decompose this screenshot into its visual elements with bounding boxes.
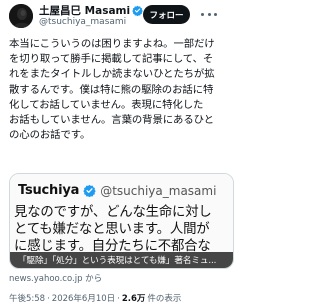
tweet-line: れをまたタイトルしか読まないひとたちが拡	[9, 68, 215, 81]
tweet-line: 散するんです。僕は特に熊の駆除のお話に特	[9, 83, 214, 96]
follow-button[interactable]: フォロー	[143, 5, 190, 24]
tweet-line: 化してお話していません。表現に特化した	[9, 98, 204, 111]
views-count[interactable]: 2.6万	[122, 292, 146, 304]
quoted-author-row: Tsuchiya @tsuchiya_masami	[18, 183, 216, 198]
tweet-line: 本当にこういうのは困りますよね。一部だけ	[9, 38, 215, 50]
link-card-title[interactable]: 「駆除」「処分」という表現はとても嫌」著名ミュ...	[18, 254, 216, 266]
avatar-silhouette	[9, 4, 33, 28]
meta-separator: ·	[47, 294, 50, 304]
quoted-line: 見なのですが、どんな生命に対し	[14, 205, 212, 220]
tweet-text: 本当にこういうのは困りますよね。一部だけ を切り取って勝手に掲載して記事にして、…	[9, 37, 235, 143]
more-dot	[201, 12, 204, 16]
tweet-meta: 午後5:58 · 2026年6月10日 · 2.6万 件の表示	[9, 292, 181, 304]
name-row: 土屋昌巳 Masami	[39, 4, 143, 17]
tweet-time[interactable]: 午後5:58	[9, 292, 45, 304]
views-label: 件の表示	[147, 294, 182, 304]
quoted-author-handle: @tsuchiya_masami	[100, 183, 217, 198]
link-card[interactable]: Tsuchiya @tsuchiya_masami 見なのですが、どんな生命に対…	[9, 173, 234, 269]
tweet-date[interactable]: 2026年6月10日	[52, 292, 115, 304]
quoted-author-name: Tsuchiya	[18, 183, 80, 198]
tweet-line: お話もしていません。言葉の背景にあるひと	[9, 114, 214, 127]
tweet-line: の心のお話です。	[9, 129, 91, 142]
more-options-icon[interactable]	[201, 8, 217, 20]
link-source[interactable]: news.yahoo.co.jp から	[9, 272, 102, 284]
verified-badge-icon	[83, 184, 96, 197]
quoted-text: 見なのですが、どんな生命に対し とても嫌だなと思います。人間が に感じます。自分…	[14, 204, 212, 255]
verified-badge-icon	[132, 5, 143, 16]
link-card-caption: 「駆除」「処分」という表現はとても嫌」著名ミュ...	[10, 252, 233, 268]
display-name[interactable]: 土屋昌巳 Masami	[39, 3, 130, 18]
more-dot	[207, 12, 211, 16]
handle[interactable]: @tsuchiya_masami	[39, 17, 126, 27]
meta-separator: ·	[117, 294, 120, 304]
more-dot	[214, 12, 217, 16]
tweet-line: を切り取って勝手に掲載して記事にして、そ	[9, 53, 214, 66]
quoted-line: とても嫌だなと思います。人間が	[14, 222, 210, 237]
avatar[interactable]	[9, 4, 33, 28]
tweet-header: 土屋昌巳 Masami @tsuchiya_masami フォロー	[0, 0, 240, 34]
